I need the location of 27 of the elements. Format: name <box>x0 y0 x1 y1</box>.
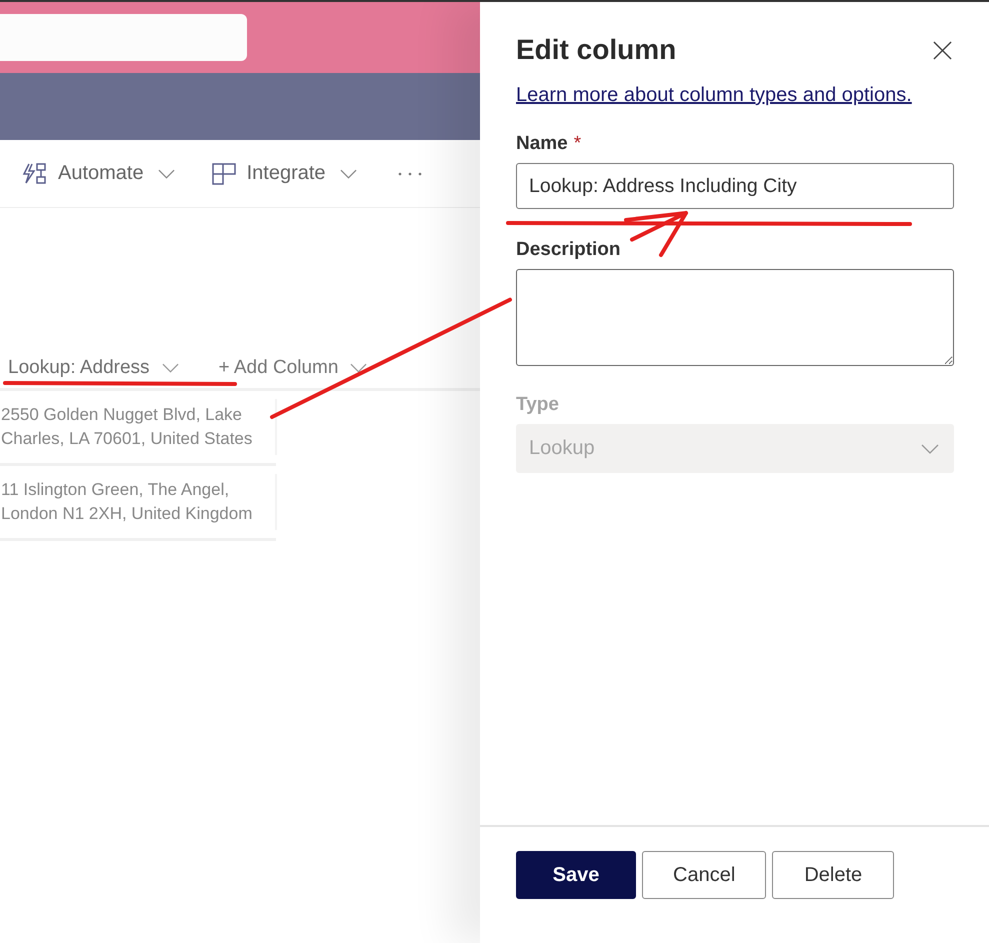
chevron-down-icon <box>162 363 179 373</box>
automate-button[interactable]: Automate <box>22 162 175 186</box>
table-cell: 2550 Golden Nugget Blvd, Lake Charles, LA 70601, United States <box>0 399 277 455</box>
description-field[interactable] <box>516 269 954 366</box>
secondary-button[interactable]: Cancel <box>642 851 766 899</box>
primary-button[interactable]: Save <box>516 851 636 899</box>
field-label: Name <box>516 133 568 155</box>
add-column-button[interactable]: + Add Column <box>218 357 368 379</box>
name-field[interactable]: Lookup: Address Including City <box>516 163 954 209</box>
help-link[interactable]: Learn more about column types and options. <box>516 84 954 107</box>
chevron-down-icon <box>340 168 357 178</box>
chevron-down-icon <box>350 363 368 373</box>
search-field[interactable] <box>0 14 247 61</box>
secondary-button[interactable]: Delete <box>772 851 894 899</box>
grid-icon <box>210 162 237 186</box>
column-header[interactable]: Lookup: Address <box>8 357 179 379</box>
panel-title: Edit column <box>516 34 676 66</box>
chevron-down-icon <box>158 168 175 178</box>
close-icon[interactable] <box>933 40 952 60</box>
table-cell: 11 Islington Green, The Angel, London N1 2XH, United Kingdom <box>0 474 277 530</box>
field-label: Type <box>516 394 559 416</box>
integrate-button[interactable]: Integrate <box>210 162 357 186</box>
required-mark: * <box>574 133 582 155</box>
chevron-down-icon <box>921 444 939 454</box>
flow-icon <box>22 162 48 186</box>
field-label: Description <box>516 239 621 261</box>
more-icon[interactable] <box>396 170 423 176</box>
